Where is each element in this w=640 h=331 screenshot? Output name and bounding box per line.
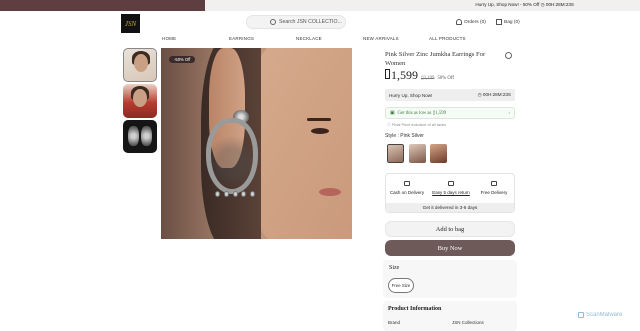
final-price-text: Final Price inclusive of all taxes xyxy=(391,122,447,127)
style-label: Style : Pink Silver xyxy=(385,133,424,139)
hurry-timer: ◷ 00H:28M:23S xyxy=(477,92,511,97)
discount-label: 50% Off xyxy=(437,76,455,81)
brand-value: JSN Collections xyxy=(452,320,484,325)
feature-cod: Cash on Delivery xyxy=(387,181,427,195)
product-info-title: Product Information xyxy=(388,306,442,312)
search-icon xyxy=(270,19,276,25)
watermark-text: ScanMalware xyxy=(586,312,623,318)
nav-item-new-arrivals[interactable]: NEW ARRIVALS xyxy=(363,36,399,41)
offer-icon: ▣ xyxy=(390,110,395,116)
announcement-bar: Hurry Up, Shop Now! - 50% Off ◷ 00H:28M:… xyxy=(0,0,640,11)
feature-cod-label: Cash on Delivery xyxy=(389,190,425,195)
thumbnail-face xyxy=(134,54,148,72)
return-icon xyxy=(448,181,454,186)
cash-icon xyxy=(404,181,410,186)
bell xyxy=(250,191,255,197)
mrp-price: ▯3,199 xyxy=(421,76,435,81)
style-swatch-3[interactable] xyxy=(430,144,447,163)
brand-logo[interactable]: JSN xyxy=(121,14,140,33)
thumbnail-1[interactable] xyxy=(123,48,157,82)
bell xyxy=(215,191,220,197)
mrp-value: 3,199 xyxy=(423,76,435,81)
offer-text: Get this as low as ▯1,599 xyxy=(397,110,447,116)
price: 1,599 xyxy=(385,68,418,83)
site-header: JSN Orders (0) Bag (0) xyxy=(0,11,640,35)
rupee-icon xyxy=(385,69,390,79)
features-panel: Cash on Delivery Easy 5 days return Free… xyxy=(385,173,515,213)
hurry-text: Hurry Up, Shop Now! xyxy=(389,92,433,98)
search-input[interactable] xyxy=(267,19,343,25)
price-row: 1,599 ▯3,199 50% Off xyxy=(385,68,454,83)
price-value: 1,599 xyxy=(391,68,418,82)
brand-key: Brand xyxy=(388,320,401,325)
earring-hoop xyxy=(206,118,258,194)
offer-box[interactable]: ▣ Get this as low as ▯1,599 › xyxy=(385,107,515,119)
thumbnail-face xyxy=(133,89,147,107)
bag-link[interactable]: Bag (0) xyxy=(496,19,520,25)
product-title: Pink Silver Zinc Jumkha Earrings For Wom… xyxy=(385,51,486,67)
nav-item-all-products[interactable]: ALL PRODUCTS xyxy=(429,36,466,41)
buy-now-button[interactable]: Buy Now xyxy=(385,240,515,256)
model-brow xyxy=(307,118,331,121)
model-eye xyxy=(311,128,329,134)
bag-label: Bag (0) xyxy=(504,19,520,25)
search-bar[interactable] xyxy=(246,15,346,29)
final-price-note: ⓘ Final Price inclusive of all taxes xyxy=(387,122,447,127)
nav-item-home[interactable]: HOME xyxy=(162,36,176,41)
announcement-text: Hurry Up, Shop Now! - 50% Off ◷ 00H:28M:… xyxy=(475,2,574,7)
feature-free-delivery: Free Delivery xyxy=(474,181,514,195)
model-lips xyxy=(319,188,341,196)
nav-item-necklace[interactable]: NECKLACE xyxy=(296,36,322,41)
hurry-banner: Hurry Up, Shop Now! ◷ 00H:28M:23S xyxy=(385,89,515,101)
add-to-bag-button[interactable]: Add to bag xyxy=(385,221,515,237)
user-icon xyxy=(456,19,462,25)
watermark-icon xyxy=(578,312,584,318)
size-panel: Size Free Size xyxy=(383,260,517,298)
feature-free-label: Free Delivery xyxy=(480,190,508,195)
delivery-estimate: Get it delivered in 3-6 days xyxy=(386,203,514,212)
bell xyxy=(241,191,247,197)
chevron-right-icon: › xyxy=(508,110,510,116)
discount-badge: -50% Off xyxy=(169,56,196,63)
style-swatch-1[interactable] xyxy=(386,143,405,164)
thumbnail-3[interactable] xyxy=(123,120,157,153)
product-info-panel: Product Information Brand JSN Collection… xyxy=(383,301,517,331)
watermark: ScanMalware xyxy=(578,312,622,318)
earring-shape xyxy=(128,126,139,146)
feature-returns-label: Easy 5 days return xyxy=(432,190,470,195)
product-main-image[interactable] xyxy=(161,48,352,239)
share-icon[interactable] xyxy=(505,52,512,59)
main-nav: HOME EARRINGS NECKLACE NEW ARRIVALS ALL … xyxy=(121,36,516,46)
thumbnail-2[interactable] xyxy=(123,84,157,118)
orders-link[interactable]: Orders (0) xyxy=(456,19,486,25)
nav-item-earrings[interactable]: EARRINGS xyxy=(229,36,254,41)
orders-label: Orders (0) xyxy=(464,19,486,25)
style-swatch-2[interactable] xyxy=(409,144,426,163)
size-label: Size xyxy=(389,265,400,271)
bag-icon xyxy=(496,19,502,25)
announcement-accent xyxy=(0,0,205,11)
earring-bells xyxy=(215,191,255,201)
bell xyxy=(232,191,238,197)
bell xyxy=(223,191,229,197)
truck-icon xyxy=(491,181,497,186)
size-option[interactable]: Free Size xyxy=(388,278,414,293)
earring-shape xyxy=(141,126,152,146)
feature-returns[interactable]: Easy 5 days return xyxy=(431,181,471,195)
